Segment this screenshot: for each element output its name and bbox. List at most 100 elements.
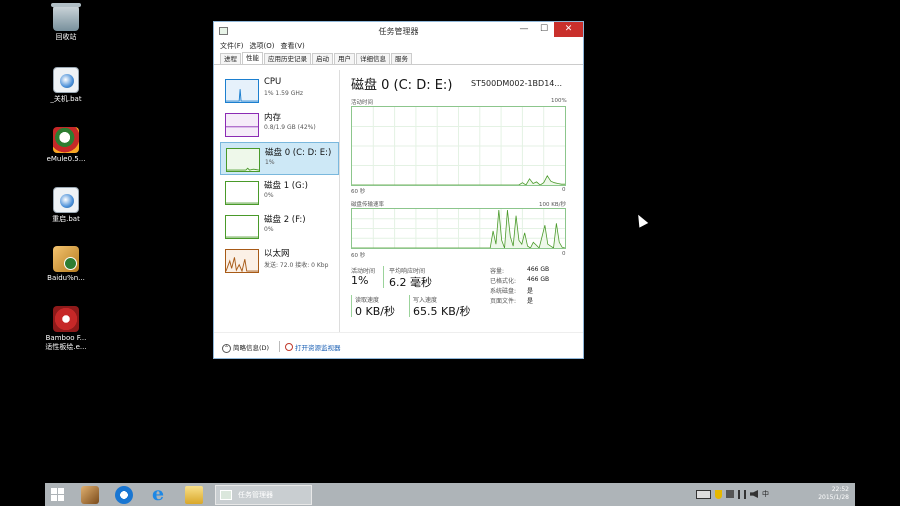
recycle-bin-icon — [51, 3, 81, 31]
menu-file[interactable]: 文件(F) — [220, 41, 244, 51]
performance-content: CPU 1% 1.59 GHz 内存 0.8/1.9 GB (42%) 磁盘 0… — [214, 66, 583, 334]
tab-app-history[interactable]: 应用历史记录 — [264, 53, 311, 64]
input-method-indicator[interactable]: 中 — [762, 489, 769, 499]
clock-date: 2015/1/28 — [818, 494, 849, 501]
disk-title: 磁盘 0 (C: D: E:) — [351, 78, 453, 93]
resource-summary: 0.8/1.9 GB (42%) — [264, 124, 316, 131]
graph2-x-start: 60 秒 — [351, 253, 366, 259]
taskbar-task-manager-button[interactable]: 任务管理器 — [215, 485, 312, 505]
graph1-x-start: 60 秒 — [351, 189, 366, 195]
windows-logo-icon — [58, 495, 64, 501]
batch-file-icon — [53, 67, 79, 93]
close-button[interactable]: ✕ — [554, 22, 583, 37]
resource-name: 内存 — [264, 113, 282, 123]
resource-item-memory[interactable]: 内存 0.8/1.9 GB (42%) — [220, 108, 339, 141]
tab-details[interactable]: 详细信息 — [356, 53, 390, 64]
network-icon[interactable] — [738, 489, 746, 499]
read-speed-value: 0 KB/秒 — [355, 305, 395, 318]
ethernet-thumbnail-graph — [225, 249, 259, 273]
start-button[interactable] — [51, 488, 65, 501]
desktop-icon-label: Baidu%n... — [47, 274, 85, 282]
stat-divider — [409, 295, 410, 317]
resource-name: 磁盘 1 (G:) — [264, 181, 308, 191]
minimize-button[interactable]: — — [514, 22, 534, 37]
file-explorer-icon[interactable] — [185, 486, 203, 504]
graph2-x-end: 0 — [562, 251, 566, 257]
taskbar: 任务管理器 中 22:52 2015/1/28 — [45, 483, 855, 506]
maximize-button[interactable]: ☐ — [534, 22, 554, 37]
clock-time: 22:52 — [831, 486, 849, 493]
resource-summary: 发送: 72.0 接收: 0 Kbp — [264, 262, 329, 269]
tab-processes[interactable]: 进程 — [220, 53, 241, 64]
taskbar-task-label: 任务管理器 — [238, 491, 273, 499]
tab-users[interactable]: 用户 — [334, 53, 355, 64]
taskbar-clock[interactable]: 22:52 2015/1/28 — [818, 486, 849, 502]
resource-name: 磁盘 2 (F:) — [264, 215, 306, 225]
disk1-thumbnail-graph — [225, 181, 259, 205]
emule-icon — [53, 127, 79, 153]
tab-strip: 进程 性能 应用历史记录 启动 用户 详细信息 服务 — [214, 52, 583, 65]
windows-logo-icon — [51, 495, 57, 501]
footer-bar: ⌃ 简略信息(D) 打开资源监视器 — [214, 332, 583, 358]
capacity-label: 容量: — [490, 268, 505, 275]
resource-name: 磁盘 0 (C: D: E:) — [265, 148, 332, 158]
graph1-label: 活动时间 — [351, 100, 374, 106]
desktop-icon-label: eMule0.5... — [46, 155, 86, 163]
resource-item-ethernet[interactable]: 以太网 发送: 72.0 接收: 0 Kbp — [220, 244, 339, 277]
internet-explorer-icon[interactable] — [150, 483, 168, 505]
task-manager-icon — [220, 490, 232, 500]
active-time-value: 1% — [351, 274, 369, 287]
volume-icon[interactable] — [750, 490, 758, 498]
response-time-value: 6.2 毫秒 — [389, 276, 432, 289]
resource-summary: 0% — [264, 192, 274, 199]
desktop-icon-label: 重启.bat — [52, 215, 80, 223]
write-speed-value: 65.5 KB/秒 — [413, 305, 471, 318]
thumbnail-series-line — [226, 257, 258, 272]
desktop-icon-label: Bamboo F... — [45, 334, 87, 342]
graph2-label: 磁盘传输速率 — [351, 202, 385, 208]
thumbnail-series-line — [226, 89, 258, 102]
resource-item-disk-0[interactable]: 磁盘 0 (C: D: E:) 1% — [220, 142, 339, 175]
disk2-thumbnail-graph — [225, 215, 259, 239]
desktop-icon-shutdown-bat[interactable]: _关机.bat — [40, 67, 92, 104]
resource-item-disk-2[interactable]: 磁盘 2 (F:) 0% — [220, 210, 339, 243]
disk0-thumbnail-graph — [226, 148, 260, 172]
tab-startup[interactable]: 启动 — [312, 53, 333, 64]
desktop-icon-label-line2: 适性板绘.e... — [45, 343, 87, 351]
desktop-icon-label: _关机.bat — [50, 95, 82, 103]
desktop-icon-baidu[interactable]: Baidu%n... — [40, 246, 92, 283]
resource-item-disk-1[interactable]: 磁盘 1 (G:) 0% — [220, 176, 339, 209]
fewer-details-button[interactable]: ⌃ 简略信息(D) — [222, 342, 269, 353]
resource-list: CPU 1% 1.59 GHz 内存 0.8/1.9 GB (42%) 磁盘 0… — [219, 70, 340, 332]
fewer-details-label: 简略信息(D) — [233, 344, 270, 352]
thumbnail-series-line — [227, 167, 259, 171]
desktop-icon-recycle-bin[interactable]: 回收站 — [40, 3, 92, 42]
footer-divider — [279, 341, 280, 352]
stat-divider — [351, 295, 352, 317]
desktop-icon-restart-bat[interactable]: 重启.bat — [40, 187, 92, 224]
resource-summary: 1% 1.59 GHz — [264, 90, 304, 97]
page-file-label: 页面文件: — [490, 298, 517, 305]
resource-item-cpu[interactable]: CPU 1% 1.59 GHz — [220, 74, 339, 107]
menu-options[interactable]: 选项(O) — [250, 41, 275, 51]
action-center-flag-icon[interactable] — [726, 490, 734, 498]
windows-logo-icon — [58, 488, 64, 494]
open-resource-monitor-link[interactable]: 打开资源监视器 — [285, 342, 341, 352]
title-bar[interactable]: 任务管理器 — ☐ ✕ — [214, 22, 583, 40]
taskbar-pinned-app-icon[interactable] — [81, 486, 99, 504]
taskbar-network-app-icon[interactable] — [115, 486, 133, 504]
mouse-cursor-icon — [633, 212, 649, 228]
formatted-label: 已格式化: — [490, 278, 517, 285]
resource-summary: 0% — [264, 226, 274, 233]
desktop-icon-emule[interactable]: eMule0.5... — [40, 127, 92, 164]
batch-file-icon — [53, 187, 79, 213]
shield-icon[interactable] — [715, 489, 722, 499]
tab-performance[interactable]: 性能 — [242, 52, 263, 64]
system-tray: 中 — [696, 489, 769, 499]
menu-view[interactable]: 查看(V) — [280, 41, 304, 51]
tab-services[interactable]: 服务 — [391, 53, 412, 64]
desktop-icon-bamboo[interactable]: Bamboo F... 适性板绘.e... — [40, 306, 92, 352]
keyboard-icon[interactable] — [696, 489, 711, 499]
chevron-up-icon: ⌃ — [222, 344, 231, 353]
open-resource-monitor-label: 打开资源监视器 — [295, 344, 341, 352]
